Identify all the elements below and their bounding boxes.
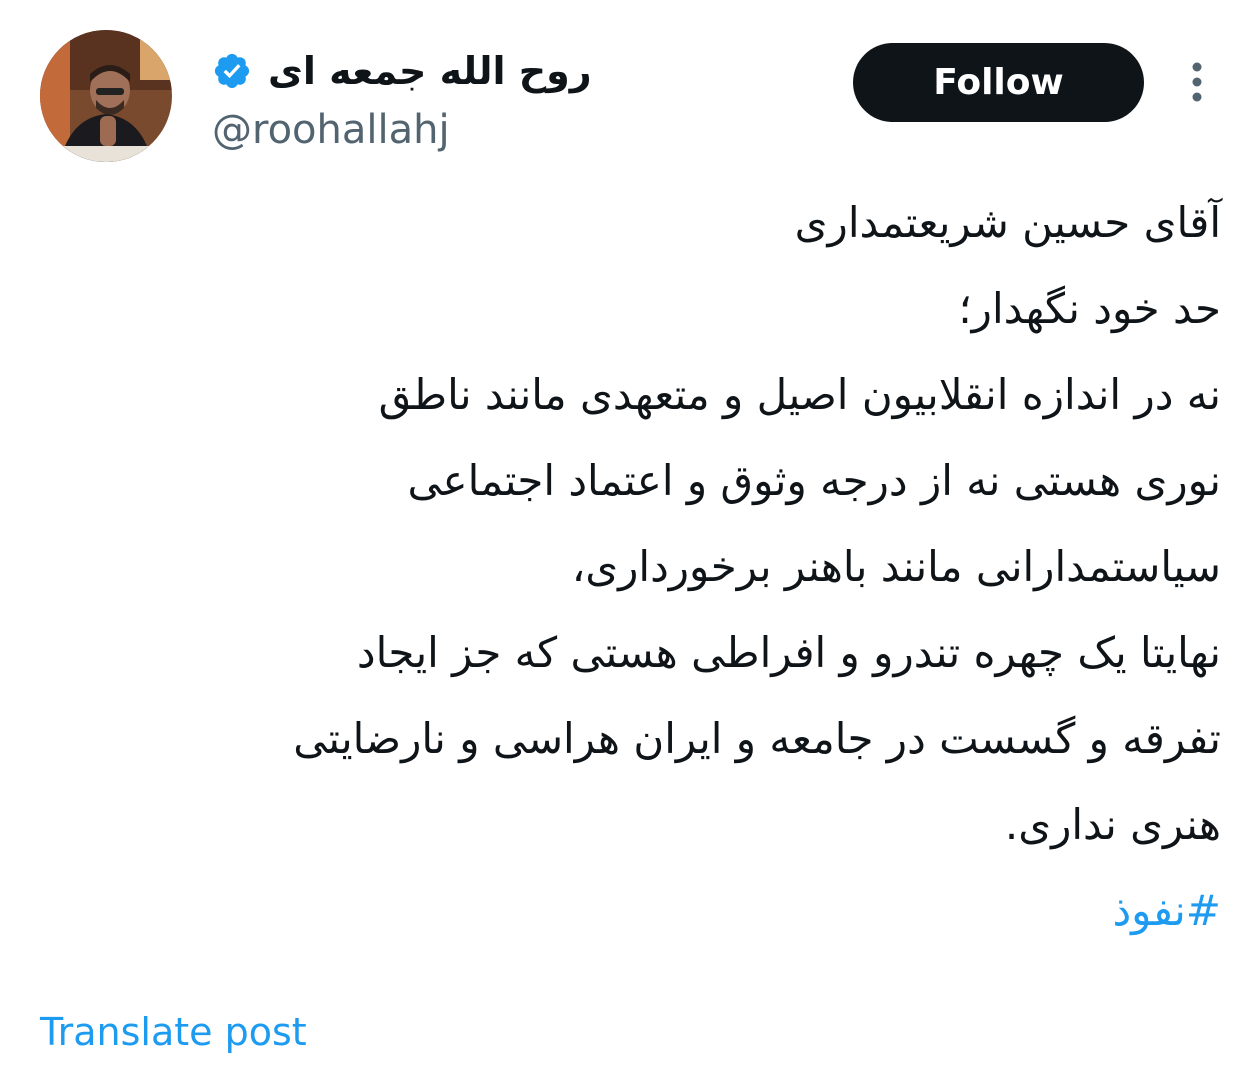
- tweet-text: آقای حسین شریعتمداری حد خود نگهدار؛ نه د…: [101, 180, 1221, 954]
- tweet-line: تفرقه و گسست در جامعه و ایران هراسی و نا…: [293, 714, 1221, 763]
- follow-button[interactable]: Follow: [853, 43, 1144, 122]
- avatar-photo: [40, 30, 172, 162]
- author-block: روح الله جمعه ای @roohallahj: [212, 38, 812, 152]
- verified-badge-icon[interactable]: [212, 51, 252, 91]
- avatar[interactable]: [40, 30, 172, 162]
- translate-post-link[interactable]: Translate post: [40, 1010, 307, 1054]
- tweet-line: نوری هستی نه از درجه وثوق و اعتماد اجتما…: [407, 456, 1221, 505]
- tweet-line: حد خود نگهدار؛: [958, 284, 1221, 333]
- tweet-line: نه در اندازه انقلابیون اصیل و متعهدی مان…: [378, 370, 1221, 419]
- tweet-line: نهایتا یک چهره تندرو و افراطی هستی که جز…: [356, 628, 1221, 677]
- author-name-row: روح الله جمعه ای: [212, 38, 812, 104]
- author-display-name[interactable]: روح الله جمعه ای: [268, 52, 592, 90]
- hashtag-link[interactable]: #نفوذ: [101, 868, 1221, 954]
- tweet-line: آقای حسین شریعتمداری: [794, 198, 1221, 247]
- author-handle[interactable]: @roohallahj: [212, 108, 812, 152]
- tweet-line: سیاستمدارانی مانند باهنر برخورداری،: [571, 542, 1221, 591]
- more-vertical-icon[interactable]: [1185, 60, 1209, 104]
- tweet-line: هنری نداری.: [1004, 800, 1221, 849]
